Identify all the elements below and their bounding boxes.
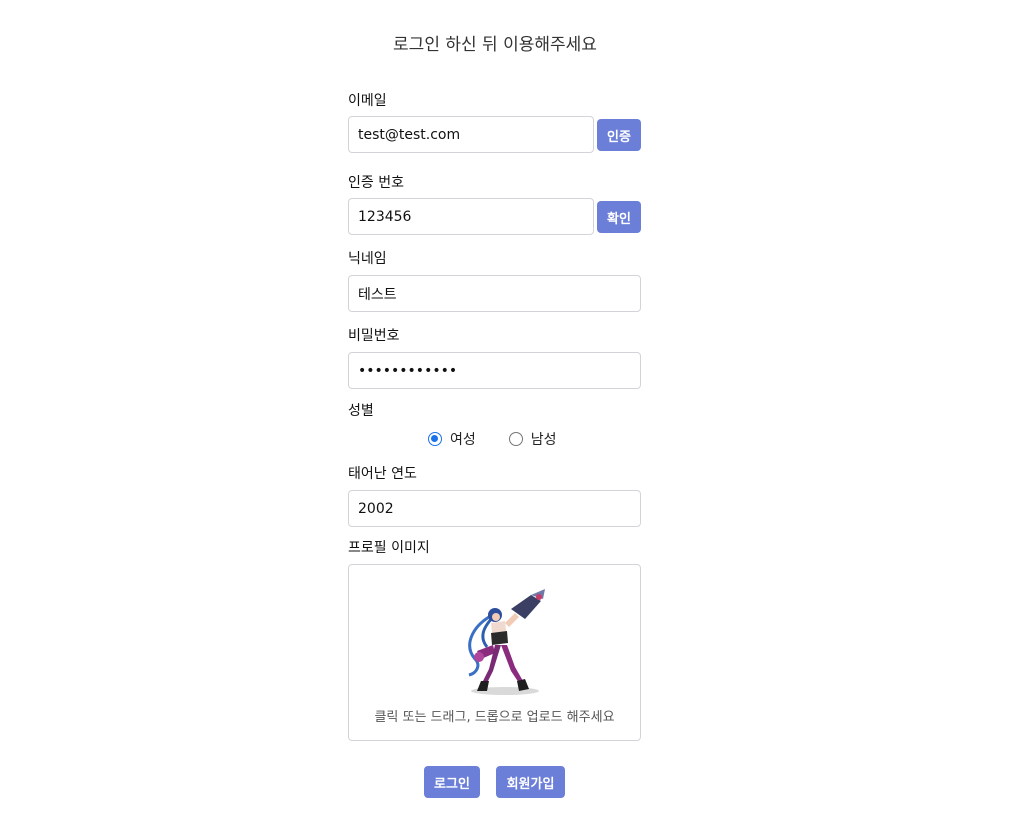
email-input[interactable] — [348, 116, 594, 153]
signup-button[interactable]: 회원가입 — [496, 766, 565, 798]
dropzone-hint: 클릭 또는 드래그, 드롭으로 업로드 해주세요 — [374, 710, 615, 725]
nickname-label: 닉네임 — [348, 251, 387, 267]
password-input[interactable] — [348, 352, 641, 389]
profile-image-label: 프로필 이미지 — [348, 540, 430, 556]
confirm-code-button[interactable]: 확인 — [597, 201, 641, 233]
verification-code-input[interactable] — [348, 198, 594, 235]
email-label: 이메일 — [348, 93, 387, 109]
radio-female-label: 여성 — [450, 432, 476, 448]
gender-option-female[interactable]: 여성 — [428, 429, 476, 449]
birth-year-input[interactable] — [348, 490, 641, 527]
birth-year-label: 태어난 연도 — [348, 466, 417, 482]
radio-male[interactable] — [508, 432, 523, 446]
code-label: 인증 번호 — [348, 175, 404, 191]
radio-male-label: 남성 — [530, 432, 557, 448]
gender-option-male[interactable]: 남성 — [508, 429, 557, 449]
profile-image-dropzone[interactable]: 클릭 또는 드래그, 드롭으로 업로드 해주세요 — [348, 564, 641, 741]
page-title: 로그인 하신 뒤 이용해주세요 — [393, 35, 597, 55]
verify-email-button[interactable]: 인증 — [597, 119, 641, 151]
gender-radio-group: 여성 남성 — [428, 429, 590, 449]
password-label: 비밀번호 — [348, 328, 400, 344]
radio-female[interactable] — [428, 432, 442, 446]
gender-label: 성별 — [348, 403, 374, 419]
profile-avatar-image — [468, 589, 545, 695]
login-button[interactable]: 로그인 — [424, 766, 480, 798]
nickname-input[interactable] — [348, 275, 641, 312]
